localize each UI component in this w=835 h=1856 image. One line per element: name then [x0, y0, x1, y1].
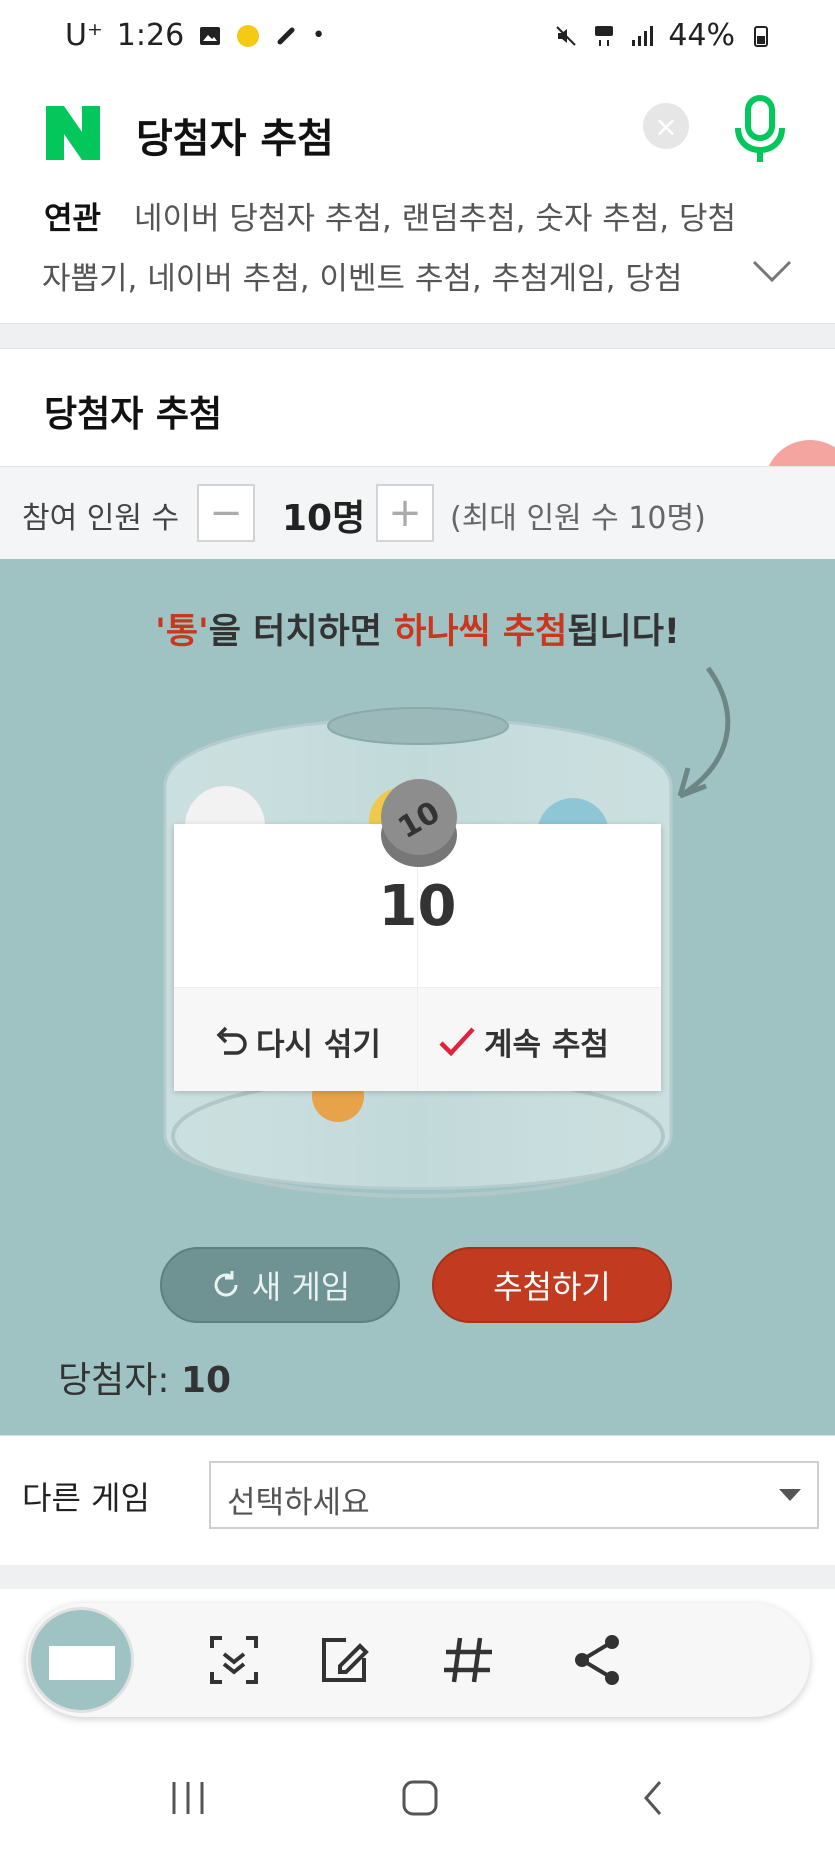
thumbnail-card: [49, 1646, 115, 1680]
instruction-highlight1: '통': [155, 612, 209, 652]
home-icon[interactable]: [400, 1778, 440, 1818]
search-input[interactable]: 당첨자 추첨: [136, 106, 334, 164]
section-divider: [0, 323, 835, 349]
related-label: 연관: [44, 201, 102, 237]
related-searches: 연관 네이버 당첨자 추첨, 랜덤추첨, 숫자 추첨, 당첨 자뽑기, 네이버 …: [0, 193, 835, 323]
draw-button[interactable]: 추첨하기: [432, 1247, 672, 1323]
participants-control: 참여 인원 수 − 10명 + (최대 인원 수 10명): [0, 466, 835, 560]
instruction-text2: 됩니다!: [567, 612, 680, 652]
dot-icon: •: [312, 23, 326, 48]
reshuffle-button[interactable]: 다시 섞기: [214, 1019, 381, 1064]
other-game-select[interactable]: 선택하세요: [209, 1461, 819, 1529]
max-participants-note: (최대 인원 수 10명): [450, 501, 706, 536]
related-keywords-line2[interactable]: 자뽑기, 네이버 추첨, 이벤트 추첨, 추첨게임, 당첨: [42, 253, 722, 298]
status-right: 44%: [554, 18, 773, 53]
related-keywords-line1[interactable]: 네이버 당첨자 추첨, 랜덤추첨, 숫자 추첨, 당첨: [134, 193, 736, 238]
new-game-button[interactable]: 새 게임: [160, 1247, 400, 1323]
link-icon: [277, 27, 295, 44]
5g-signal-icon: [595, 25, 614, 46]
search-header: 당첨자 추첨 ×: [0, 78, 835, 196]
drawn-ball: 10: [381, 779, 457, 867]
dropdown-caret-icon: [779, 1489, 801, 1501]
winners-display: 당첨자: 10: [58, 1351, 231, 1403]
panel-title: 당첨자 추첨: [44, 394, 223, 435]
status-left: U⁺ 1:26 •: [65, 18, 325, 53]
battery-percent: 44%: [668, 18, 735, 53]
winners-label: 당첨자:: [58, 1360, 170, 1401]
battery-icon: [754, 25, 768, 47]
participant-count: 10명: [282, 498, 366, 539]
reshuffle-label: 다시 섞기: [256, 1027, 381, 1063]
share-icon[interactable]: [570, 1632, 626, 1688]
screenshot-toolbar: [26, 1603, 810, 1717]
gallery-icon: [200, 26, 221, 45]
decrease-button[interactable]: −: [197, 484, 255, 542]
mute-icon: [556, 25, 577, 46]
refresh-icon: [214, 1271, 238, 1297]
naver-logo-icon[interactable]: [44, 104, 102, 162]
carrier-label: U⁺: [65, 18, 103, 53]
signal-bars-icon: [632, 25, 654, 46]
recent-apps-icon[interactable]: [168, 1778, 208, 1818]
status-bar: U⁺ 1:26 • 44%: [0, 0, 835, 78]
close-icon: ×: [654, 109, 678, 143]
new-game-label: 새 게임: [251, 1268, 351, 1306]
participants-label: 참여 인원 수: [22, 501, 180, 536]
instruction-text1: 을 터치하면: [208, 612, 395, 652]
back-icon[interactable]: [634, 1778, 674, 1818]
other-game-label: 다른 게임: [22, 1479, 150, 1517]
winners-value: 10: [180, 1360, 232, 1401]
other-game-row: 다른 게임 선택하세요: [0, 1435, 835, 1566]
tag-icon[interactable]: [440, 1632, 496, 1688]
navigation-bar: [0, 1740, 835, 1856]
continue-draw-button[interactable]: 계속 추첨: [438, 1019, 609, 1064]
edit-icon[interactable]: [316, 1632, 372, 1688]
select-value: 선택하세요: [227, 1485, 370, 1521]
curved-arrow-icon: [677, 666, 731, 799]
clock: 1:26: [116, 18, 185, 53]
section-divider-bottom: [0, 1565, 835, 1589]
emoji-icon: [237, 24, 260, 47]
clear-search-button[interactable]: ×: [643, 103, 689, 149]
check-icon: [439, 1026, 475, 1056]
microphone-icon[interactable]: [732, 94, 788, 166]
increase-button[interactable]: +: [376, 484, 434, 542]
scroll-capture-icon[interactable]: [206, 1632, 262, 1688]
instruction-highlight2: 하나씩 추첨: [394, 612, 568, 652]
continue-label: 계속 추첨: [484, 1027, 609, 1063]
instruction-text: '통'을 터치하면 하나씩 추첨됩니다!: [0, 603, 835, 654]
undo-icon: [216, 1026, 247, 1055]
screenshot-thumbnail[interactable]: [28, 1607, 134, 1713]
chevron-down-icon[interactable]: [752, 259, 792, 283]
